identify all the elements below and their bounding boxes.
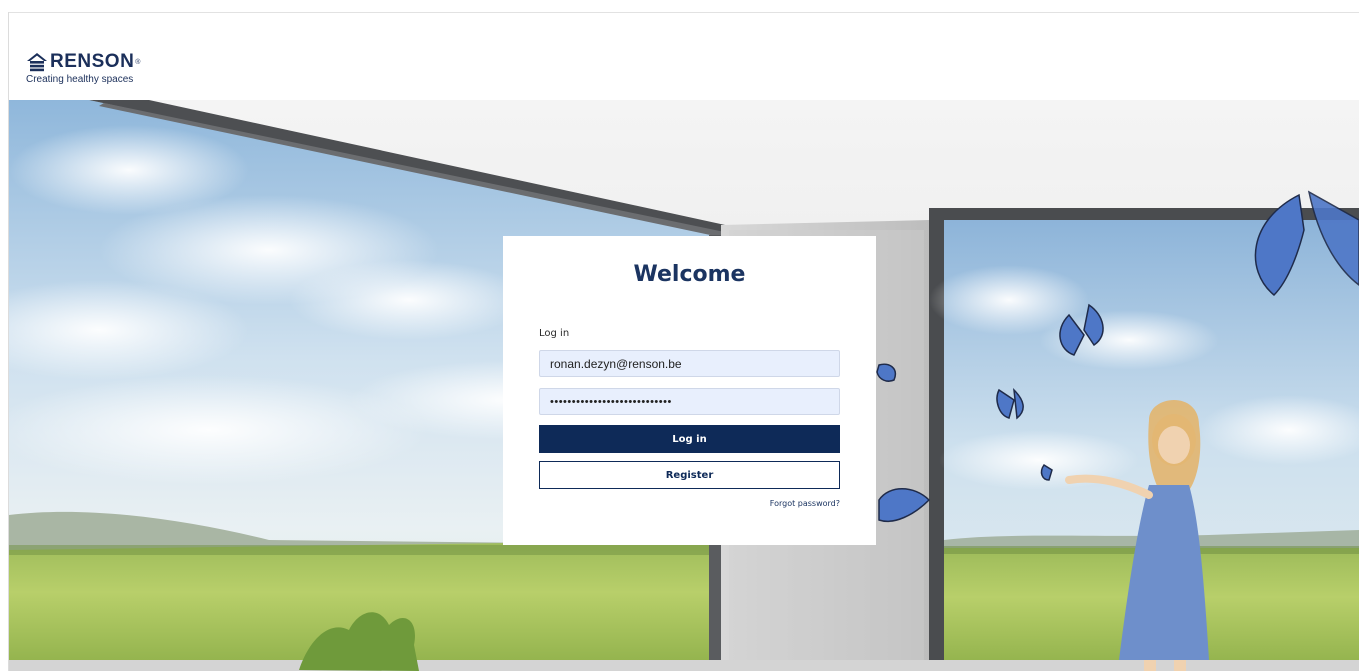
site-header: RENSON ® Creating healthy spaces — [9, 13, 1359, 100]
house-logo-icon — [27, 53, 47, 72]
login-section-label: Log in — [539, 328, 570, 339]
login-button[interactable]: Log in — [539, 425, 840, 453]
email-field[interactable] — [539, 350, 840, 377]
forgot-password-link[interactable]: Forgot password? — [770, 499, 840, 508]
password-field[interactable] — [539, 388, 840, 415]
registered-mark: ® — [135, 58, 141, 66]
register-button[interactable]: Register — [539, 461, 840, 489]
page: RENSON ® Creating healthy spaces Welcome… — [0, 0, 1359, 671]
welcome-heading: Welcome — [633, 262, 746, 287]
renson-logo[interactable]: RENSON ® Creating healthy spaces — [26, 51, 141, 86]
login-card: Welcome Log in Log in Register Forgot pa… — [503, 236, 876, 545]
logo-tagline: Creating healthy spaces — [26, 74, 134, 85]
logo-wordmark: RENSON — [50, 51, 135, 72]
